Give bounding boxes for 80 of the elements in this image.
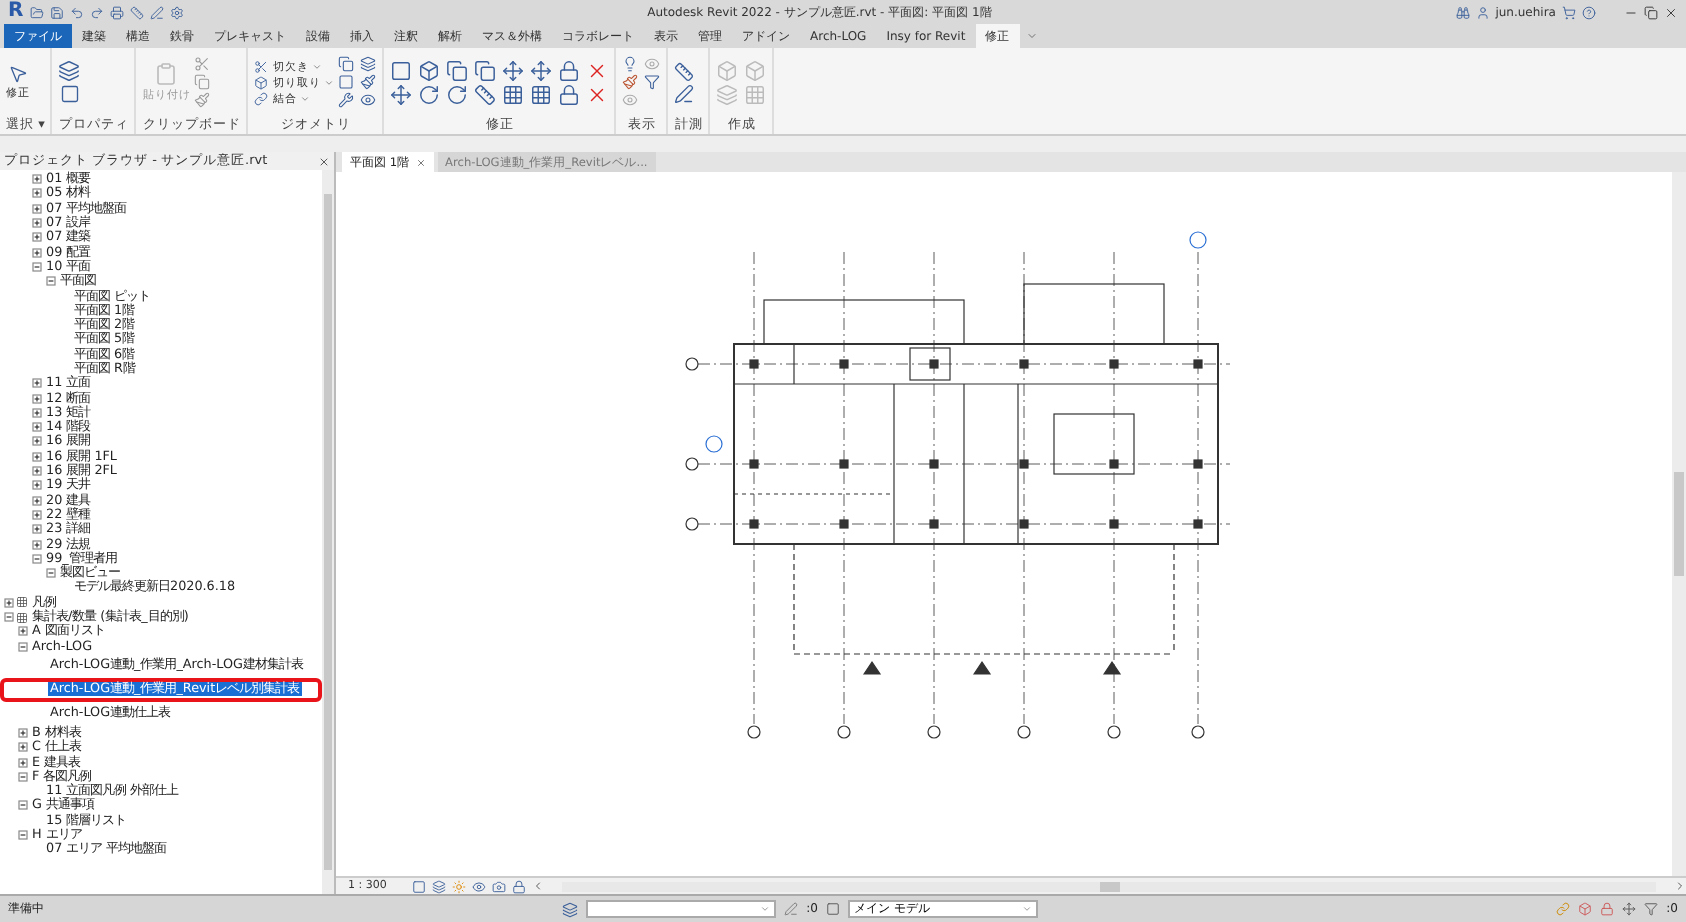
scissors-icon[interactable] (254, 59, 269, 73)
filter-field[interactable] (586, 900, 777, 918)
close-icon[interactable] (1663, 5, 1678, 19)
collapse-icon[interactable] (18, 771, 28, 782)
clipboard-icon[interactable] (154, 62, 179, 86)
filter-icon[interactable] (644, 74, 661, 90)
expand-icon[interactable] (32, 495, 42, 506)
expand-icon[interactable] (32, 480, 42, 491)
collapse-icon[interactable] (18, 800, 28, 811)
print-icon[interactable] (109, 5, 124, 19)
expand-icon[interactable] (32, 524, 42, 535)
expand-icon[interactable] (32, 378, 42, 389)
save-icon[interactable] (49, 5, 64, 19)
delete-icon[interactable] (586, 83, 609, 105)
square-icon[interactable] (338, 74, 355, 90)
box-icon[interactable] (1578, 902, 1593, 916)
ruler-icon[interactable] (129, 5, 144, 19)
collapse-icon[interactable] (32, 553, 42, 564)
caret-icon[interactable] (300, 93, 311, 103)
cart-icon[interactable] (1561, 5, 1576, 19)
app-logo[interactable]: R (8, 2, 24, 22)
ruler-icon[interactable] (674, 61, 695, 81)
move-icon[interactable] (530, 59, 553, 81)
view-category-icon[interactable] (16, 611, 28, 624)
expand-icon[interactable] (32, 393, 42, 404)
expand-icon[interactable] (18, 757, 28, 768)
expand-icon[interactable] (32, 466, 42, 477)
lock-icon[interactable] (512, 879, 527, 893)
settings-icon[interactable] (169, 5, 184, 19)
pointer-icon[interactable] (8, 64, 28, 84)
move-icon[interactable] (390, 83, 413, 105)
collapse-icon[interactable] (18, 641, 28, 652)
expand-icon[interactable] (18, 727, 28, 738)
link-icon[interactable] (254, 91, 269, 105)
move-icon[interactable] (502, 59, 525, 81)
eye-icon[interactable] (360, 92, 377, 108)
brush-icon[interactable] (360, 74, 377, 90)
wrench-icon[interactable] (338, 92, 355, 108)
pen-icon[interactable] (149, 5, 164, 19)
expand-icon[interactable] (18, 742, 28, 753)
expand-icon[interactable] (32, 407, 42, 418)
brush-icon[interactable] (622, 74, 639, 90)
layers-icon[interactable] (360, 56, 377, 72)
brush-icon[interactable] (194, 92, 211, 108)
open-icon[interactable] (29, 5, 44, 19)
expand-icon[interactable] (32, 539, 42, 550)
user-icon[interactable] (1475, 5, 1490, 19)
collapse-icon[interactable] (46, 568, 56, 579)
redo-icon[interactable] (89, 5, 104, 19)
binoculars-icon[interactable] (1455, 5, 1470, 19)
expand-icon[interactable] (4, 597, 14, 608)
delete-icon[interactable] (586, 59, 609, 81)
expand-icon[interactable] (32, 174, 42, 185)
view-category-icon[interactable] (16, 596, 28, 609)
lock-icon[interactable] (558, 59, 581, 81)
expand-icon[interactable] (18, 626, 28, 637)
expand-icon[interactable] (32, 232, 42, 243)
collapse-icon[interactable] (46, 276, 56, 287)
rotate-icon[interactable] (446, 83, 469, 105)
expand-icon[interactable] (32, 247, 42, 258)
expand-icon[interactable] (32, 203, 42, 214)
restore-icon[interactable] (1643, 5, 1658, 19)
bulb-icon[interactable] (622, 56, 639, 72)
help-icon[interactable] (1581, 5, 1596, 19)
expand-icon[interactable] (32, 218, 42, 229)
expand-icon[interactable] (32, 422, 42, 433)
drag-icon[interactable] (1622, 902, 1637, 916)
undo-icon[interactable] (69, 5, 84, 19)
lock-icon[interactable] (1600, 902, 1615, 916)
scissors-icon[interactable] (194, 56, 211, 72)
expand-icon[interactable] (32, 188, 42, 199)
expand-icon[interactable] (32, 451, 42, 462)
expand-icon[interactable] (32, 509, 42, 520)
collapse-icon[interactable] (32, 261, 42, 272)
filter-icon[interactable] (1644, 902, 1659, 916)
expand-icon[interactable] (32, 436, 42, 447)
collapse-icon[interactable] (4, 612, 14, 623)
box-icon[interactable] (254, 75, 269, 89)
collapse-icon[interactable] (18, 830, 28, 841)
close-icon[interactable] (318, 155, 330, 167)
